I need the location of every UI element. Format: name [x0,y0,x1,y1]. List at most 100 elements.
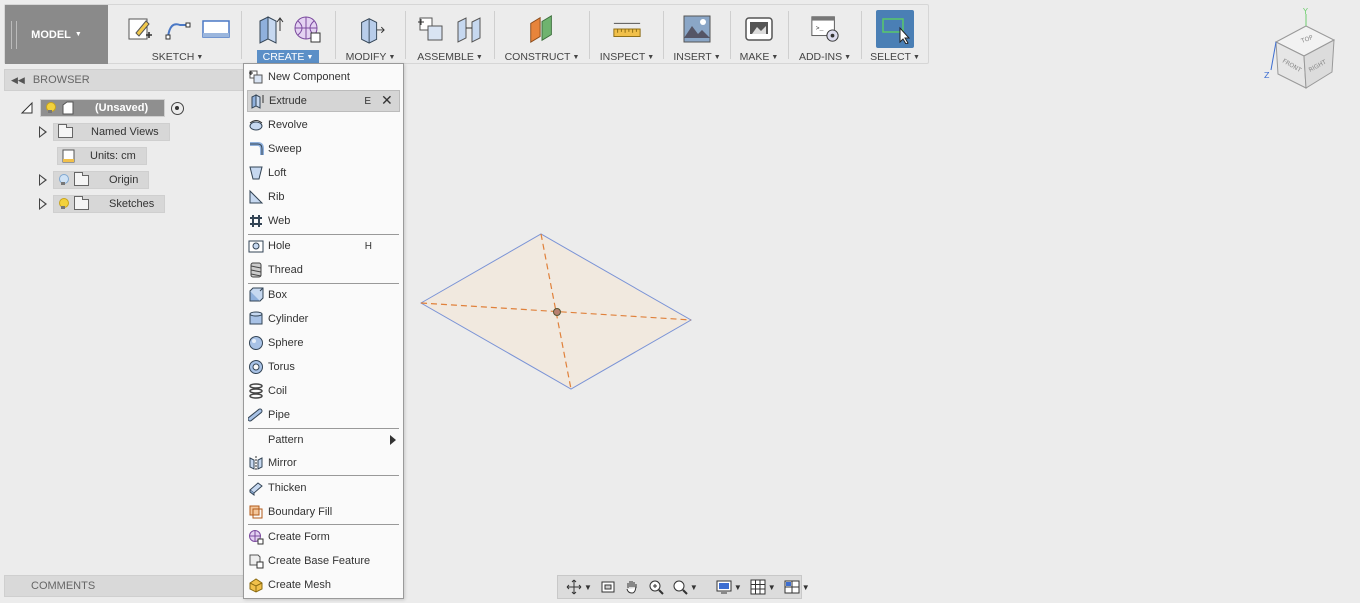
close-icon[interactable]: ✕ [381,93,395,108]
comments-panel[interactable]: COMMENTS [4,575,244,597]
modify-group-label[interactable]: MODIFY ▼ [340,50,402,64]
select-group[interactable]: SELECT ▼ [864,5,926,64]
viewcube[interactable]: TOP FRONT RIGHT Y Z [1262,6,1352,96]
add-ins-group-label[interactable]: ADD-INS ▼ [793,50,857,64]
insert-group[interactable]: INSERT ▼ [665,5,729,64]
assemble-group-label[interactable]: ASSEMBLE ▼ [411,50,489,64]
menu-item-box[interactable]: Box [247,284,400,306]
create-group[interactable]: CREATE ▼ [243,5,333,64]
menu-item-cylinder[interactable]: Cylinder [247,308,400,330]
create-sketch-icon[interactable] [125,13,155,45]
orbit-button[interactable]: ▼ [564,578,594,596]
display-settings-button[interactable]: ▼ [714,578,744,596]
inspect-group-label[interactable]: INSPECT ▼ [594,50,660,64]
viewports-button[interactable]: ▼ [782,578,812,596]
menu-item-sweep[interactable]: Sweep [247,138,400,160]
expand-triangle-icon[interactable] [39,174,47,186]
named-views-node[interactable]: Named Views [53,123,170,141]
line-icon[interactable] [163,13,193,45]
expand-triangle-icon[interactable] [39,126,47,138]
extrude-icon[interactable] [254,13,284,45]
sketches-node[interactable]: Sketches [53,195,166,213]
revolve-icon [247,117,265,133]
menu-item-torus[interactable]: Torus [247,356,400,378]
create-group-label[interactable]: CREATE ▼ [256,50,320,64]
menu-item-label: New Component [268,71,350,83]
select-icon[interactable] [876,9,914,48]
expanded-triangle-icon[interactable] [20,101,34,115]
menu-item-sphere[interactable]: Sphere [247,332,400,354]
visibility-bulb-icon[interactable] [58,198,69,210]
menu-item-create-mesh[interactable]: Create Mesh [247,574,400,596]
zoom-button[interactable] [646,578,666,596]
create-form-icon [247,529,265,545]
insert-group-label[interactable]: INSERT ▼ [667,50,726,64]
scripts-icon[interactable]: >_ [810,13,840,45]
tree-item-origin[interactable]: Origin [39,170,150,190]
menu-item-thread[interactable]: Thread [247,259,400,281]
sketch-group[interactable]: SKETCH ▼ [115,5,240,64]
make-group[interactable]: MAKE ▼ [732,5,786,64]
inspect-group[interactable]: INSPECT ▼ [592,5,662,64]
measure-icon[interactable] [612,13,642,45]
modify-group[interactable]: MODIFY ▼ [338,5,403,64]
root-node[interactable]: (Unsaved) [40,99,166,117]
create-form-icon[interactable] [292,13,322,45]
units-node[interactable]: Units: cm [57,147,147,165]
tree-item-named-views[interactable]: Named Views [39,122,170,142]
thread-icon [247,262,265,278]
menu-item-create-form[interactable]: Create Form [247,526,400,548]
3d-print-icon[interactable] [744,13,774,45]
tree-item-units[interactable]: Units: cm [57,146,147,166]
menu-item-loft[interactable]: Loft [247,162,400,184]
menu-item-pattern[interactable]: Pattern [247,429,400,451]
menu-item-extrude[interactable]: Extrude E ✕ [247,90,400,112]
workspace-switcher[interactable]: MODEL ▼ [5,5,108,64]
rectangle-icon[interactable] [201,13,231,45]
menu-item-thicken[interactable]: Thicken [247,477,400,499]
orbit-icon [566,579,582,595]
grid-settings-button[interactable]: ▼ [748,578,778,596]
image-icon[interactable] [682,13,712,45]
menu-item-coil[interactable]: Coil [247,380,400,402]
make-group-label[interactable]: MAKE ▼ [734,50,785,64]
origin-label: Origin [109,174,139,186]
menu-item-new-component[interactable]: New Component [247,66,400,88]
construct-group[interactable]: CONSTRUCT ▼ [497,5,587,64]
activate-radio-icon[interactable] [171,101,185,115]
menu-separator [248,524,399,525]
select-group-label[interactable]: SELECT ▼ [864,50,926,64]
menu-item-revolve[interactable]: Revolve [247,114,400,136]
offset-plane-icon[interactable] [527,13,557,45]
menu-item-boundary-fill[interactable]: Boundary Fill [247,501,400,523]
hole-icon [247,238,265,254]
construct-group-label[interactable]: CONSTRUCT ▼ [499,50,586,64]
tree-item-sketches[interactable]: Sketches [39,194,166,214]
visibility-bulb-icon[interactable] [58,174,69,186]
joint-icon[interactable] [454,13,484,45]
new-component-icon[interactable] [416,13,446,45]
chevron-down-icon: ▼ [689,582,698,592]
menu-item-create-base-feature[interactable]: Create Base Feature [247,550,400,572]
menu-item-rib[interactable]: Rib [247,186,400,208]
toolbar-divider [663,11,664,59]
tree-root[interactable]: (Unsaved) [20,98,185,118]
menu-item-web[interactable]: Web [247,210,400,232]
fit-button[interactable]: ▼ [670,578,700,596]
sketch-profile[interactable] [415,228,700,398]
expand-triangle-icon[interactable] [39,198,47,210]
press-pull-icon[interactable] [356,13,386,45]
menu-item-mirror[interactable]: Mirror [247,452,400,474]
center-point[interactable] [553,308,561,316]
menu-item-pipe[interactable]: Pipe [247,404,400,426]
look-at-button[interactable] [598,578,618,596]
menu-item-hole[interactable]: Hole H [247,235,400,257]
sketch-group-label[interactable]: SKETCH ▼ [146,50,210,64]
origin-node[interactable]: Origin [53,171,150,189]
add-ins-group[interactable]: >_ ADD-INS ▼ [790,5,860,64]
visibility-bulb-icon[interactable] [45,102,56,114]
pan-button[interactable] [622,578,642,596]
browser-header[interactable]: ◀◀ BROWSER [4,69,244,91]
collapse-panel-icon[interactable]: ◀◀ [11,75,25,86]
assemble-group[interactable]: ASSEMBLE ▼ [408,5,492,64]
